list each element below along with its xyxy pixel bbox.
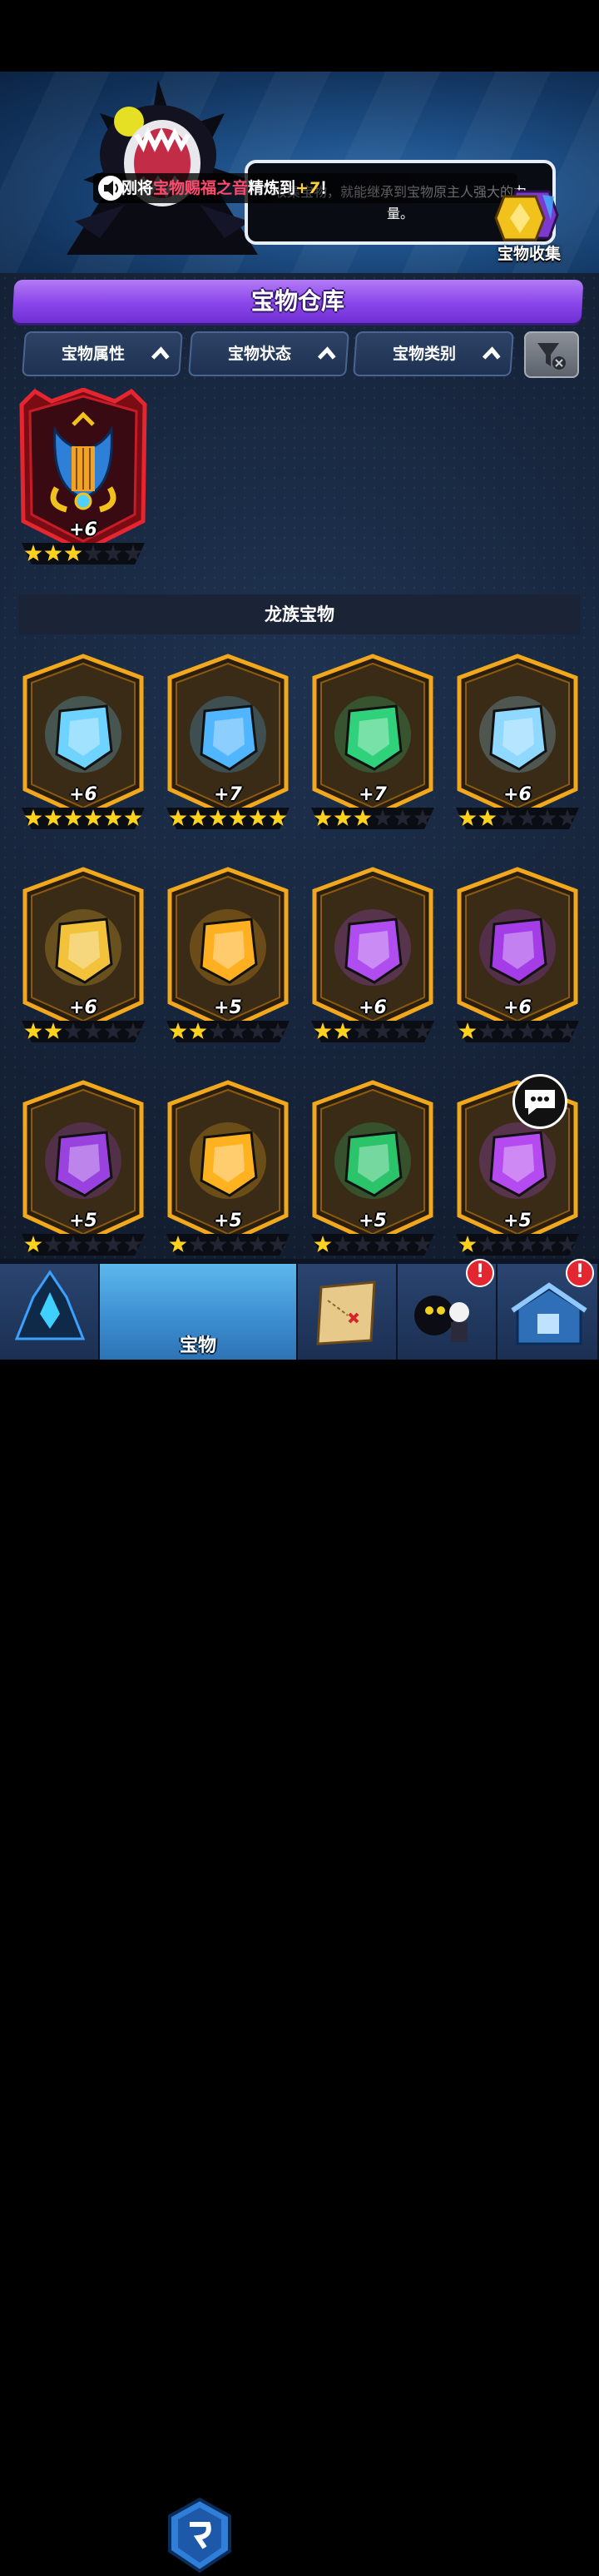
star-rating xyxy=(166,808,290,829)
demon-mascot-icon xyxy=(67,80,258,255)
star-band xyxy=(311,808,434,829)
notification-badge: ! xyxy=(466,1259,494,1287)
star-band xyxy=(22,543,145,564)
chevron-up-icon xyxy=(151,346,170,360)
nav-tab-characters[interactable]: ! xyxy=(398,1259,498,1360)
featured-star-rating xyxy=(22,543,145,564)
filter-status[interactable]: 宝物状态 xyxy=(188,331,349,376)
star-band xyxy=(166,1021,290,1042)
ticker-prefix: 刚将 xyxy=(121,179,154,197)
treasure-level: +7 xyxy=(359,784,387,805)
ticker-suffix: ！ xyxy=(319,179,336,197)
star-band xyxy=(311,1234,434,1256)
star-band xyxy=(22,1021,145,1042)
ticker-level: +7 xyxy=(295,179,320,197)
star-rating xyxy=(456,1021,579,1042)
chevron-up-icon xyxy=(482,346,501,360)
treasure-level: +5 xyxy=(214,997,242,1018)
featured-treasure-card[interactable]: +6 xyxy=(18,388,148,564)
chevron-up-icon xyxy=(317,346,336,360)
star-rating xyxy=(22,1021,145,1042)
treasure-collection-button[interactable]: 宝物收集 xyxy=(491,186,566,270)
chat-button[interactable] xyxy=(512,1074,567,1129)
treasure-card[interactable]: +5 xyxy=(308,1079,438,1256)
star-rating xyxy=(166,1021,290,1042)
filter-attribute[interactable]: 宝物属性 xyxy=(22,331,183,376)
ticker-middle: 精炼到 xyxy=(248,179,296,197)
chat-icon xyxy=(525,1090,555,1115)
star-band xyxy=(311,1021,434,1042)
star-rating xyxy=(166,1234,290,1256)
treasure-card[interactable]: +7 xyxy=(163,653,293,829)
ticker-item: 宝物赐福之音 xyxy=(153,179,249,197)
status-bar xyxy=(0,0,599,72)
treasure-level: +6 xyxy=(503,997,532,1018)
treasure-card[interactable]: +6 xyxy=(308,866,438,1042)
featured-level: +6 xyxy=(69,520,97,540)
filter-clear-icon xyxy=(537,343,566,370)
star-band xyxy=(456,808,579,829)
news-ticker: 刚将宝物赐福之音精炼到+7！ xyxy=(93,173,517,203)
star-rating xyxy=(311,1021,434,1042)
filter-attribute-label: 宝物属性 xyxy=(62,345,126,363)
star-rating xyxy=(311,808,434,829)
star-rating xyxy=(22,808,145,829)
nav-tab-shop[interactable]: ! xyxy=(498,1259,599,1360)
treasure-card[interactable]: +5 xyxy=(18,1079,148,1256)
crystal-castle-icon xyxy=(14,1270,86,1340)
treasure-level: +6 xyxy=(69,784,97,805)
treasure-level: +5 xyxy=(359,1211,387,1231)
star-rating xyxy=(22,1234,145,1256)
star-rating xyxy=(456,808,579,829)
treasure-level: +6 xyxy=(359,997,387,1018)
treasure-level: +5 xyxy=(214,1211,242,1231)
notification-badge: ! xyxy=(566,1259,594,1287)
bottom-nav: 宝物 ! ! xyxy=(0,1259,599,2574)
treasure-card[interactable]: +5 xyxy=(163,866,293,1042)
filter-category-label: 宝物类别 xyxy=(393,345,457,363)
nav-tab-treasure[interactable]: 宝物 xyxy=(100,1264,298,1360)
treasure-level: +6 xyxy=(503,784,532,805)
treasure-card[interactable]: +6 xyxy=(453,866,582,1042)
collection-label: 宝物收集 xyxy=(497,245,561,263)
section-title: 龙族宝物 xyxy=(265,604,334,624)
treasure-level: +6 xyxy=(69,997,97,1018)
ticker-text: 刚将宝物赐福之音精炼到+7！ xyxy=(121,173,335,203)
star-band xyxy=(22,808,145,829)
star-band xyxy=(456,1021,579,1042)
nav-tab-map[interactable] xyxy=(298,1264,398,1360)
star-band xyxy=(22,1234,145,1256)
treasure-level: +5 xyxy=(69,1211,97,1231)
clear-filter-button[interactable] xyxy=(524,331,579,378)
treasure-card[interactable]: +7 xyxy=(308,653,438,829)
treasure-card[interactable]: +5 xyxy=(163,1079,293,1256)
treasure-level: +7 xyxy=(214,784,242,805)
star-rating xyxy=(456,1234,579,1256)
warehouse-title: 宝物仓库 xyxy=(250,287,344,315)
speaker-icon xyxy=(98,176,123,201)
treasure-card[interactable]: +6 xyxy=(18,653,148,829)
section-header: 龙族宝物 xyxy=(18,594,581,634)
nav-tab-heroes[interactable] xyxy=(0,1264,100,1360)
star-band xyxy=(166,1234,290,1256)
star-band xyxy=(166,808,290,829)
star-rating xyxy=(311,1234,434,1256)
treasure-map-icon xyxy=(316,1281,376,1345)
treasure-card[interactable]: +6 xyxy=(453,653,582,829)
treasure-level: +5 xyxy=(503,1211,532,1231)
treasure-card[interactable]: +6 xyxy=(18,866,148,1042)
filter-category[interactable]: 宝物类别 xyxy=(353,331,514,376)
nav-tab-treasure-label: 宝物 xyxy=(179,1335,216,1356)
filter-status-label: 宝物状态 xyxy=(228,345,292,363)
star-band xyxy=(456,1234,579,1256)
treasure-nav-icon xyxy=(168,2497,231,2574)
gem-collection-icon xyxy=(494,190,559,241)
